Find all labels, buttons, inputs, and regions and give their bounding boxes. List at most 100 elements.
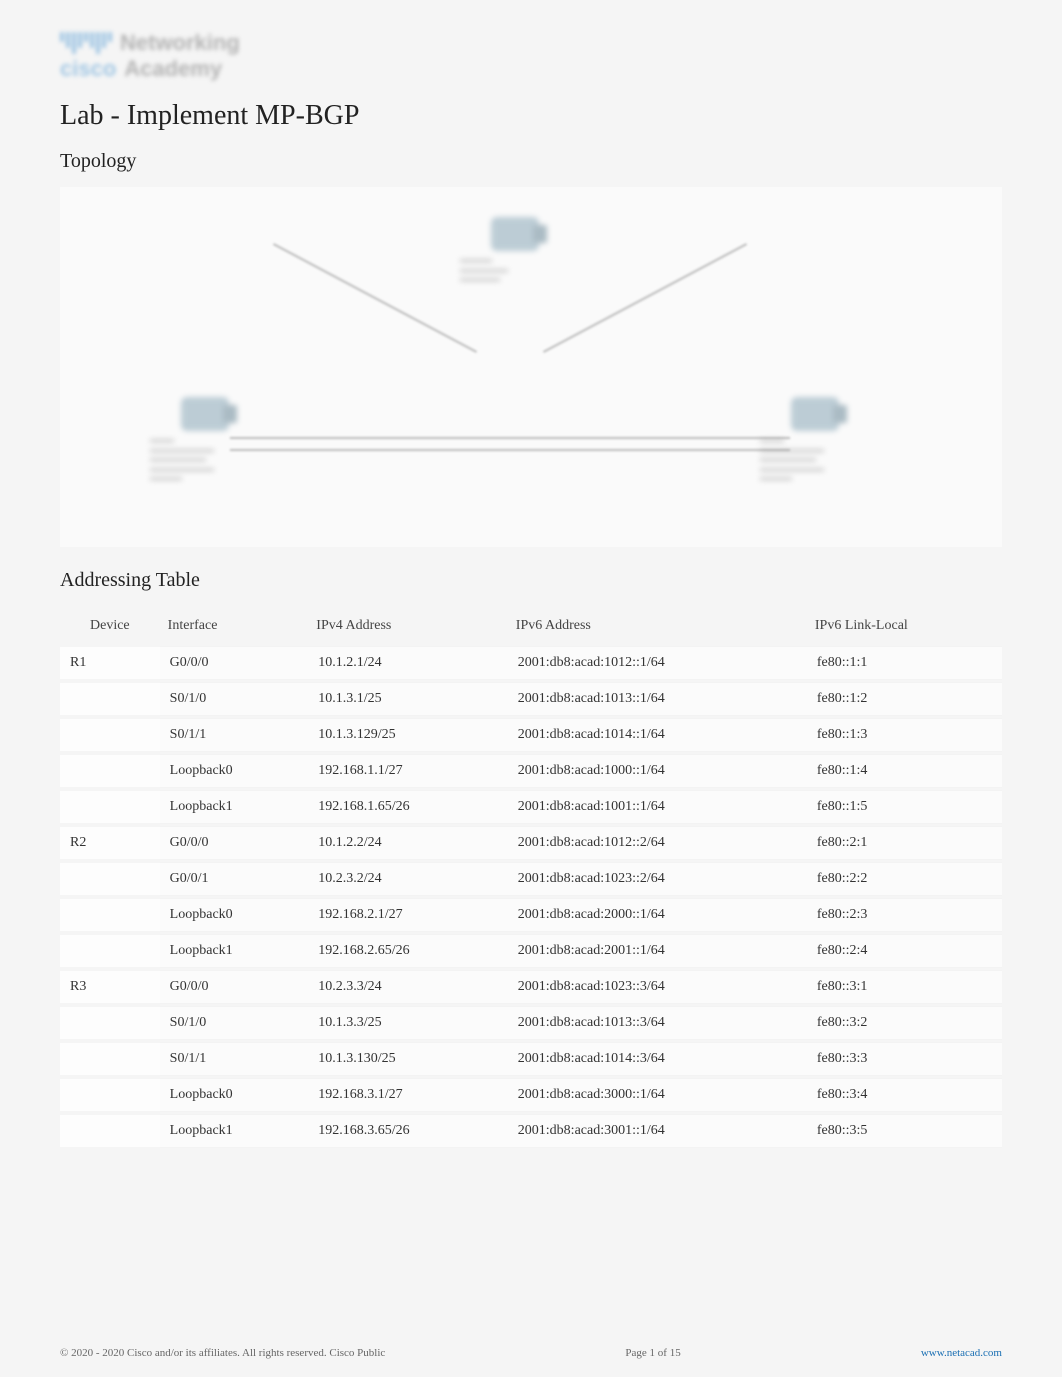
col-ipv6-ll: IPv6 Link-Local [807,608,1002,644]
footer-page: Page 1 of 15 [625,1347,680,1359]
cell-interface: Loopback1 [160,1114,309,1148]
cell-ipv6: 2001:db8:acad:3001::1/64 [508,1114,807,1148]
table-row: S0/1/010.1.3.1/252001:db8:acad:1013::1/6… [60,682,1002,716]
cell-ipv6-ll: fe80::1:2 [807,682,1002,716]
cell-interface: Loopback0 [160,898,309,932]
cell-ipv6-ll: fe80::1:3 [807,718,1002,752]
cell-ipv6: 2001:db8:acad:1000::1/64 [508,754,807,788]
cell-ipv6-ll: fe80::3:1 [807,970,1002,1004]
cell-interface: Loopback0 [160,754,309,788]
section-topology: Topology [60,150,1002,173]
cell-interface: G0/0/0 [160,970,309,1004]
footer-copyright: © 2020 - 2020 Cisco and/or its affiliate… [60,1347,385,1359]
cell-ipv6-ll: fe80::2:2 [807,862,1002,896]
cell-device: R3 [60,970,160,1004]
cell-ipv4: 192.168.2.65/26 [308,934,508,968]
table-row: Loopback1192.168.2.65/262001:db8:acad:20… [60,934,1002,968]
cell-device [60,1006,160,1040]
cell-ipv6-ll: fe80::3:3 [807,1042,1002,1076]
cell-ipv4: 192.168.3.1/27 [308,1078,508,1112]
cell-device: R2 [60,826,160,860]
cell-interface: S0/1/0 [160,1006,309,1040]
table-row: Loopback1192.168.1.65/262001:db8:acad:10… [60,790,1002,824]
cell-ipv4: 10.1.3.3/25 [308,1006,508,1040]
cell-ipv6: 2001:db8:acad:1012::2/64 [508,826,807,860]
table-row: R1G0/0/010.1.2.1/242001:db8:acad:1012::1… [60,646,1002,680]
cell-device [60,1078,160,1112]
col-interface: Interface [160,608,309,644]
table-row: Loopback0192.168.1.1/272001:db8:acad:100… [60,754,1002,788]
table-row: R3G0/0/010.2.3.3/242001:db8:acad:1023::3… [60,970,1002,1004]
table-row: Loopback0192.168.2.1/272001:db8:acad:200… [60,898,1002,932]
cell-device [60,1042,160,1076]
table-row: Loopback0192.168.3.1/272001:db8:acad:300… [60,1078,1002,1112]
cell-ipv6: 2001:db8:acad:2000::1/64 [508,898,807,932]
cell-interface: Loopback0 [160,1078,309,1112]
cell-device [60,862,160,896]
cell-interface: G0/0/0 [160,826,309,860]
logo-product-1: Networking [120,30,240,56]
logo-product-2: Academy [124,56,222,82]
topology-router-r3: ▬▬▬▬▬▬▬▬▬▬▬▬▬▬▬▬▬▬▬▬▬▬▬▬▬▬▬▬▬▬ [760,397,870,483]
cell-interface: S0/1/0 [160,682,309,716]
cell-interface: G0/0/1 [160,862,309,896]
col-ipv4: IPv4 Address [308,608,508,644]
topology-router-r2: ▬▬▬▬▬▬▬▬▬▬▬▬▬▬▬ [460,217,570,284]
cell-ipv4: 192.168.2.1/27 [308,898,508,932]
cell-ipv4: 192.168.1.1/27 [308,754,508,788]
cell-ipv4: 10.1.3.1/25 [308,682,508,716]
table-row: S0/1/010.1.3.3/252001:db8:acad:1013::3/6… [60,1006,1002,1040]
cell-ipv6: 2001:db8:acad:1013::1/64 [508,682,807,716]
col-device: Device [60,608,160,644]
table-row: G0/0/110.2.3.2/242001:db8:acad:1023::2/6… [60,862,1002,896]
cell-ipv6: 2001:db8:acad:1012::1/64 [508,646,807,680]
table-row: S0/1/110.1.3.130/252001:db8:acad:1014::3… [60,1042,1002,1076]
logo-brand: cisco [60,56,116,82]
cell-device [60,718,160,752]
cell-ipv6: 2001:db8:acad:3000::1/64 [508,1078,807,1112]
cell-interface: Loopback1 [160,934,309,968]
footer-link[interactable]: www.netacad.com [921,1347,1002,1359]
cell-device [60,682,160,716]
table-header-row: Device Interface IPv4 Address IPv6 Addre… [60,608,1002,644]
cell-interface: G0/0/0 [160,646,309,680]
cell-ipv4: 10.2.3.2/24 [308,862,508,896]
cell-ipv6-ll: fe80::2:3 [807,898,1002,932]
cell-ipv6: 2001:db8:acad:2001::1/64 [508,934,807,968]
cell-ipv4: 10.1.3.129/25 [308,718,508,752]
cell-interface: S0/1/1 [160,718,309,752]
cell-ipv6: 2001:db8:acad:1023::3/64 [508,970,807,1004]
topology-router-r1: ▬▬▬▬▬▬▬▬▬▬▬▬▬▬▬▬▬▬▬▬▬▬▬▬▬▬▬▬▬▬ [150,397,260,483]
cell-ipv4: 10.1.2.2/24 [308,826,508,860]
cell-ipv6: 2001:db8:acad:1023::2/64 [508,862,807,896]
page-footer: © 2020 - 2020 Cisco and/or its affiliate… [60,1347,1002,1359]
cell-ipv6-ll: fe80::3:4 [807,1078,1002,1112]
cell-device [60,1114,160,1148]
cell-ipv6-ll: fe80::3:5 [807,1114,1002,1148]
addressing-table: Device Interface IPv4 Address IPv6 Addre… [60,606,1002,1150]
cell-ipv6: 2001:db8:acad:1013::3/64 [508,1006,807,1040]
col-ipv6: IPv6 Address [508,608,807,644]
page-title: Lab - Implement MP-BGP [60,100,1002,132]
cell-ipv6-ll: fe80::3:2 [807,1006,1002,1040]
cell-interface: Loopback1 [160,790,309,824]
cell-ipv4: 10.1.3.130/25 [308,1042,508,1076]
cisco-bars-icon [60,32,112,54]
section-addressing-table: Addressing Table [60,569,1002,592]
cell-ipv6: 2001:db8:acad:1014::3/64 [508,1042,807,1076]
cell-ipv4: 192.168.3.65/26 [308,1114,508,1148]
topology-diagram: ▬▬▬▬▬▬▬▬▬▬▬▬▬▬▬ ▬▬▬▬▬▬▬▬▬▬▬▬▬▬▬▬▬▬▬▬▬▬▬▬… [60,187,1002,547]
cell-device [60,754,160,788]
cell-device [60,790,160,824]
cell-ipv6-ll: fe80::2:4 [807,934,1002,968]
cell-device [60,898,160,932]
cell-interface: S0/1/1 [160,1042,309,1076]
cell-ipv6: 2001:db8:acad:1001::1/64 [508,790,807,824]
cell-ipv6-ll: fe80::1:5 [807,790,1002,824]
table-row: Loopback1192.168.3.65/262001:db8:acad:30… [60,1114,1002,1148]
cell-device: R1 [60,646,160,680]
cell-ipv6: 2001:db8:acad:1014::1/64 [508,718,807,752]
cell-ipv4: 192.168.1.65/26 [308,790,508,824]
router-icon [791,397,839,431]
cell-ipv6-ll: fe80::1:1 [807,646,1002,680]
